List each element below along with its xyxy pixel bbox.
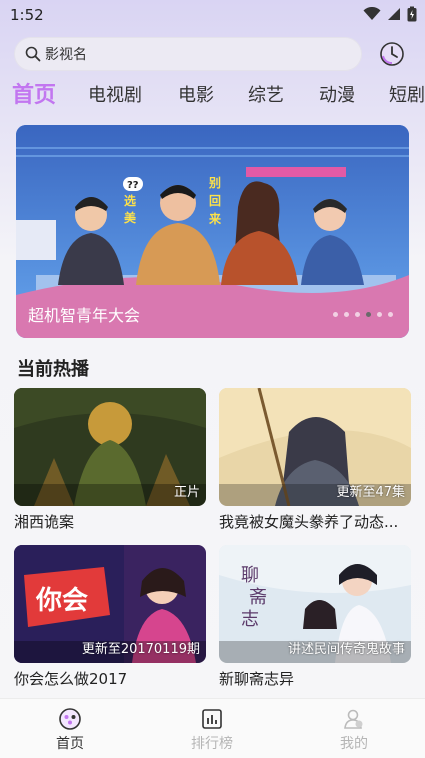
- signal-icon: [388, 8, 400, 20]
- tab-tv-series[interactable]: 电视剧: [88, 78, 142, 114]
- section-title-now-playing: 当前热播: [17, 359, 89, 380]
- svg-text:志: 志: [241, 609, 259, 630]
- banner-caption: 超机智青年大会: [28, 306, 141, 325]
- video-card[interactable]: 你会 更新至20170119期 你会怎么做2017: [14, 545, 206, 689]
- pager-dot[interactable]: [388, 312, 393, 317]
- tab-short-drama[interactable]: 短剧: [389, 78, 425, 114]
- tab-movies[interactable]: 电影: [178, 78, 214, 114]
- search-icon: [25, 46, 41, 62]
- pager-dot[interactable]: [344, 312, 349, 317]
- svg-text:来: 来: [208, 211, 222, 226]
- card-title: 新聊斋志异: [219, 670, 295, 688]
- card-thumbnail: 更新至47集: [219, 388, 411, 506]
- search-bar[interactable]: 影视名: [14, 37, 362, 71]
- pager-dot[interactable]: [333, 312, 338, 317]
- profile-icon: [344, 709, 363, 729]
- search-placeholder: 影视名: [45, 47, 87, 63]
- bottom-navigation: 首页 排行榜 我的: [0, 698, 425, 758]
- card-thumbnail: 正片: [14, 388, 206, 506]
- card-thumbnail: 聊斋志 讲述民间传奇鬼故事: [219, 545, 411, 663]
- video-card[interactable]: 聊斋志 讲述民间传奇鬼故事 新聊斋志异: [219, 545, 411, 689]
- card-badge: 更新至20170119期: [81, 642, 200, 657]
- nav-ranking-label: 排行榜: [191, 736, 233, 752]
- card-thumbnail: 你会 更新至20170119期: [14, 545, 206, 663]
- svg-text:别: 别: [208, 176, 221, 190]
- video-card[interactable]: 更新至47集 我竟被女魔头豢养了动态...: [219, 388, 411, 532]
- home-icon: [59, 708, 81, 730]
- status-time: 1:52: [10, 6, 44, 24]
- battery-icon: [407, 6, 417, 22]
- category-tabs: 首页 电视剧 电影 综艺 动漫 短剧: [0, 78, 425, 114]
- svg-text:聊: 聊: [241, 565, 259, 586]
- history-icon[interactable]: [379, 41, 405, 67]
- card-badge: 正片: [173, 485, 200, 500]
- card-badge: 更新至47集: [336, 485, 405, 500]
- banner-pager: [333, 312, 393, 317]
- video-card[interactable]: 正片 湘西诡案: [14, 388, 206, 532]
- nav-ranking[interactable]: 排行榜: [172, 707, 252, 753]
- nav-profile[interactable]: 我的: [314, 707, 394, 753]
- pager-dot[interactable]: [355, 312, 360, 317]
- pager-dot-active[interactable]: [366, 312, 371, 317]
- svg-text:美: 美: [124, 210, 137, 225]
- status-bar: 1:52: [0, 0, 425, 30]
- svg-text:你会: 你会: [35, 586, 88, 616]
- nav-profile-label: 我的: [340, 736, 368, 752]
- card-title: 你会怎么做2017: [14, 670, 128, 688]
- tab-anime[interactable]: 动漫: [319, 78, 355, 114]
- status-icons: [363, 6, 417, 22]
- card-title: 湘西诡案: [14, 513, 75, 531]
- svg-text:选: 选: [124, 193, 136, 208]
- svg-text:斋: 斋: [249, 587, 267, 608]
- nav-home[interactable]: 首页: [30, 707, 110, 753]
- card-badge: 讲述民间传奇鬼故事: [287, 642, 405, 657]
- tab-home[interactable]: 首页: [12, 78, 56, 114]
- pager-dot[interactable]: [377, 312, 382, 317]
- wifi-icon: [363, 7, 381, 20]
- featured-banner[interactable]: ?? 选美 别回来 超机智青年大会: [16, 125, 409, 338]
- svg-text:??: ??: [127, 180, 139, 191]
- svg-text:回: 回: [209, 194, 221, 208]
- card-title: 我竟被女魔头豢养了动态...: [219, 513, 399, 531]
- tab-variety[interactable]: 综艺: [248, 78, 284, 114]
- chart-icon: [202, 709, 222, 729]
- nav-home-label: 首页: [56, 736, 84, 752]
